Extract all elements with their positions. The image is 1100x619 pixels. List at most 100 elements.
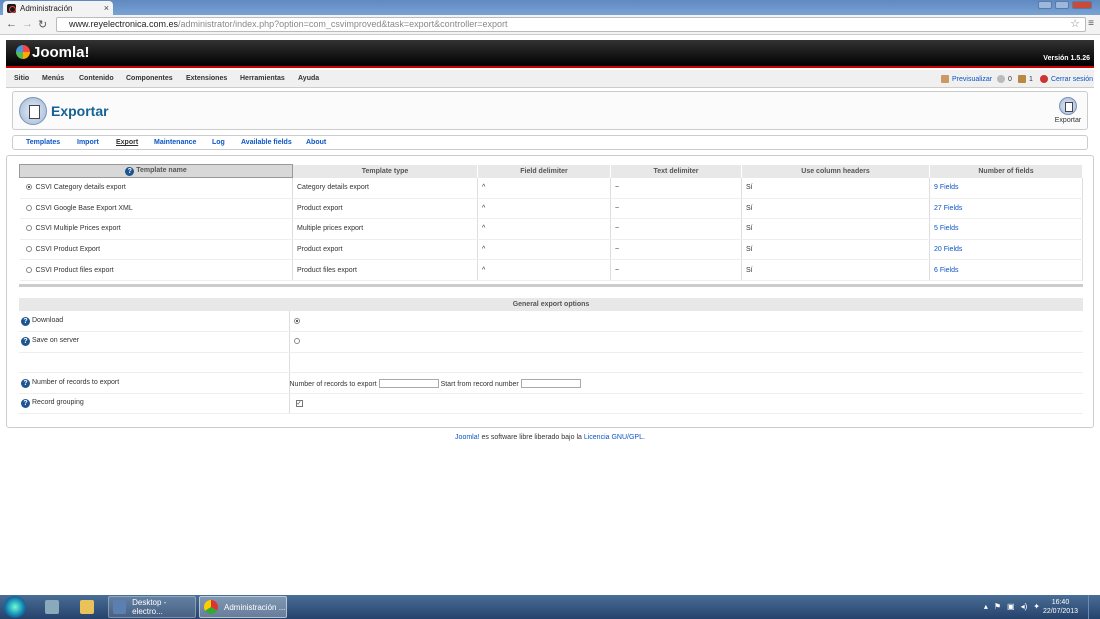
export-button-label: Exportar bbox=[1054, 117, 1082, 124]
license-link[interactable]: Licencia GNU/GPL bbox=[584, 434, 643, 441]
menu-item-sitio[interactable]: Sitio bbox=[14, 75, 29, 82]
show-desktop-button[interactable] bbox=[1088, 595, 1100, 619]
window-controls bbox=[1038, 1, 1092, 9]
menu-item-componentes[interactable]: Componentes bbox=[126, 75, 173, 82]
export-icon bbox=[1059, 97, 1077, 115]
template-type-cell: Product export bbox=[292, 198, 478, 220]
menu-item-extensiones[interactable]: Extensiones bbox=[186, 75, 227, 82]
info-icon: ? bbox=[21, 316, 30, 326]
info-icon: ? bbox=[21, 399, 30, 409]
records-label: ? Number of records to export bbox=[19, 372, 290, 394]
col-template-type: Template type bbox=[292, 164, 478, 178]
bookmark-star-icon[interactable]: ☆ bbox=[1070, 17, 1080, 30]
page-title: Exportar bbox=[51, 103, 109, 119]
menu-item-menus[interactable]: Menús bbox=[42, 75, 64, 82]
tab-title: Administración bbox=[20, 3, 73, 13]
tray-network-icon[interactable]: ▣ bbox=[1007, 602, 1015, 611]
col-template-name[interactable]: ? Template name bbox=[19, 164, 293, 178]
fields-cell: 20 Fields bbox=[929, 239, 1083, 261]
records-control: Number of records to export Start from r… bbox=[289, 372, 1083, 394]
joomla-header: Joomla! Versión 1.5.26 bbox=[6, 40, 1094, 68]
export-button[interactable]: Exportar bbox=[1053, 97, 1083, 124]
taskbar-item-desktop[interactable]: Desktop - electro... bbox=[108, 596, 196, 618]
back-icon[interactable]: ← bbox=[6, 18, 17, 30]
text-delimiter-cell: ~ bbox=[610, 239, 742, 261]
save-control bbox=[289, 331, 1083, 353]
text-delimiter-cell: ~ bbox=[610, 218, 742, 240]
template-type-cell: Product export bbox=[292, 239, 478, 261]
server-manager-icon bbox=[45, 600, 59, 614]
tab-about[interactable]: About bbox=[306, 139, 326, 146]
tray-security-icon[interactable]: ✦ bbox=[1033, 602, 1040, 611]
template-name-cell[interactable]: CSVI Multiple Prices export bbox=[19, 218, 293, 240]
col-field-delimiter: Field delimiter bbox=[477, 164, 611, 178]
preview-icon bbox=[941, 75, 949, 83]
reload-icon[interactable]: ↻ bbox=[38, 18, 47, 31]
forward-icon[interactable]: → bbox=[22, 18, 33, 30]
tab-available-fields[interactable]: Available fields bbox=[241, 139, 292, 146]
template-radio[interactable] bbox=[25, 246, 32, 253]
option-row-save: ? Save on server bbox=[19, 331, 1083, 353]
template-radio[interactable] bbox=[25, 204, 32, 211]
tab-maintenance[interactable]: Maintenance bbox=[154, 139, 196, 146]
maximize-icon[interactable] bbox=[1055, 1, 1069, 9]
footer-dot: . bbox=[642, 434, 645, 441]
template-name-cell[interactable]: CSVI Google Base Export XML bbox=[19, 198, 293, 220]
minimize-icon[interactable] bbox=[1038, 1, 1052, 9]
template-radio[interactable] bbox=[25, 266, 32, 273]
template-radio[interactable] bbox=[25, 184, 32, 191]
browser-menu-icon[interactable]: ≡ bbox=[1088, 18, 1094, 29]
fields-link[interactable]: 9 Fields bbox=[934, 184, 959, 191]
export-options-title: General export options bbox=[19, 298, 1083, 311]
tray-volume-icon[interactable]: ◂) bbox=[1021, 602, 1028, 611]
taskbar-pinned-explorer[interactable] bbox=[72, 596, 102, 618]
address-bar[interactable]: www.reyelectronica.com.es/administrator/… bbox=[56, 17, 1086, 32]
column-headers-cell: Sí bbox=[741, 239, 930, 261]
tab-import[interactable]: Import bbox=[77, 139, 99, 146]
tab-log[interactable]: Log bbox=[212, 139, 225, 146]
records-input[interactable] bbox=[378, 378, 439, 388]
preview-link[interactable]: Previsualizar bbox=[941, 75, 992, 83]
menu-item-contenido[interactable]: Contenido bbox=[79, 75, 114, 82]
messages-count[interactable]: 0 bbox=[997, 75, 1012, 83]
table-row: CSVI Product files export Product files … bbox=[19, 259, 1083, 281]
table-row: CSVI Multiple Prices export Multiple pri… bbox=[19, 218, 1083, 240]
tab-export[interactable]: Export bbox=[116, 139, 138, 146]
start-field-label: Start from record number bbox=[440, 380, 519, 388]
export-page-icon bbox=[19, 97, 47, 125]
taskbar-pinned-server[interactable] bbox=[38, 596, 66, 618]
fields-cell: 27 Fields bbox=[929, 198, 1083, 220]
logout-link[interactable]: Cerrar sesión bbox=[1040, 75, 1093, 83]
start-button[interactable] bbox=[4, 596, 26, 618]
fields-link[interactable]: 20 Fields bbox=[934, 246, 962, 253]
taskbar-clock[interactable]: 16:40 22/07/2013 bbox=[1043, 598, 1078, 616]
start-record-input[interactable] bbox=[520, 378, 581, 388]
fields-link[interactable]: 5 Fields bbox=[934, 225, 959, 232]
template-name-cell[interactable]: CSVI Category details export bbox=[19, 177, 293, 199]
save-on-server-radio[interactable] bbox=[293, 338, 300, 345]
joomla-link[interactable]: Joomla! bbox=[455, 434, 480, 441]
template-name-cell[interactable]: CSVI Product Export bbox=[19, 239, 293, 261]
empty-label bbox=[19, 352, 290, 374]
text-delimiter-cell: ~ bbox=[610, 259, 742, 281]
menu-item-ayuda[interactable]: Ayuda bbox=[298, 75, 319, 82]
download-radio[interactable] bbox=[293, 317, 300, 324]
template-name-cell[interactable]: CSVI Product files export bbox=[19, 259, 293, 281]
fields-link[interactable]: 27 Fields bbox=[934, 205, 962, 212]
browser-tab[interactable]: Administración × bbox=[3, 1, 113, 15]
field-delimiter-cell: ^ bbox=[477, 259, 611, 281]
template-radio[interactable] bbox=[25, 225, 32, 232]
fields-link[interactable]: 6 Fields bbox=[934, 267, 959, 274]
option-row-records: ? Number of records to export Number of r… bbox=[19, 372, 1083, 394]
tab-close-icon[interactable]: × bbox=[104, 3, 109, 13]
tray-flag-icon[interactable]: ⚑ bbox=[994, 602, 1001, 611]
tray-up-arrow-icon[interactable]: ▴ bbox=[984, 602, 988, 611]
close-window-icon[interactable] bbox=[1072, 1, 1092, 9]
field-delimiter-cell: ^ bbox=[477, 177, 611, 199]
tab-templates[interactable]: Templates bbox=[26, 139, 60, 146]
record-grouping-checkbox[interactable]: ✓ bbox=[295, 400, 303, 408]
menu-item-herramientas[interactable]: Herramientas bbox=[240, 75, 285, 82]
users-count[interactable]: 1 bbox=[1018, 75, 1033, 83]
footer-text: es software libre liberado bajo la bbox=[479, 434, 584, 441]
taskbar-item-chrome[interactable]: Administración ... bbox=[199, 596, 287, 618]
